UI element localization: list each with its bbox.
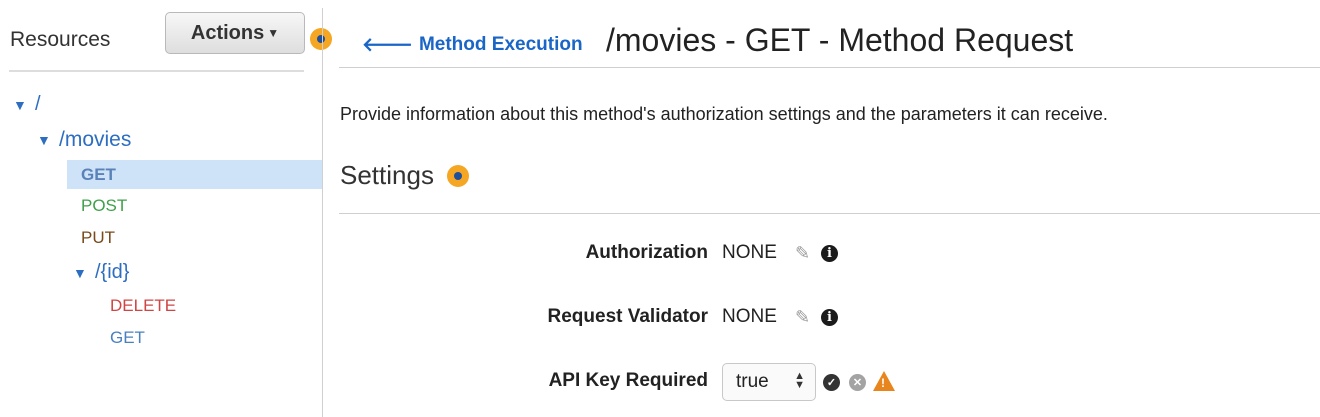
settings-heading: Settings xyxy=(340,160,434,190)
method-delete[interactable]: DELETE xyxy=(110,296,176,316)
api-key-required-select[interactable]: true ▲ ▼ xyxy=(722,363,816,401)
settings-divider xyxy=(339,213,1320,214)
method-execution-link[interactable]: 🡐 Method Execution xyxy=(362,33,583,57)
tree-item-label: /{id} xyxy=(95,261,130,283)
tree-item-movies[interactable]: ▼ /movies xyxy=(37,128,131,152)
actions-button[interactable]: Actions ▼ xyxy=(165,12,305,54)
cancel-icon[interactable]: ✕ xyxy=(849,374,866,391)
info-icon[interactable]: i xyxy=(821,309,838,326)
check-icon[interactable]: ✓ xyxy=(823,374,840,391)
expand-triangle-icon[interactable]: ▼ xyxy=(13,97,35,113)
method-put[interactable]: PUT xyxy=(81,228,115,248)
up-down-arrows-icon: ▲ ▼ xyxy=(794,370,805,391)
header-divider xyxy=(339,67,1320,68)
request-validator-label: Request Validator xyxy=(547,306,709,327)
authorization-value: NONE xyxy=(722,242,777,263)
method-post[interactable]: POST xyxy=(81,196,127,216)
pencil-icon[interactable]: ✎ xyxy=(795,307,810,328)
api-key-required-label: API Key Required xyxy=(548,370,708,391)
request-validator-value: NONE xyxy=(722,306,777,327)
tree-item-label: / xyxy=(35,93,41,115)
method-get-id[interactable]: GET xyxy=(110,328,145,348)
page-description: Provide information about this method's … xyxy=(340,104,1108,124)
panel-divider xyxy=(322,8,323,417)
expand-triangle-icon[interactable]: ▼ xyxy=(37,132,59,148)
select-value: true xyxy=(736,371,769,392)
info-icon[interactable]: i xyxy=(821,245,838,262)
hint-dot-icon[interactable] xyxy=(447,165,469,187)
tree-item-label: /movies xyxy=(59,128,132,151)
actions-label: Actions xyxy=(190,21,265,44)
method-get-selected[interactable]: GET xyxy=(67,160,322,189)
back-link-label: Method Execution xyxy=(418,34,583,55)
back-arrow-icon: 🡐 xyxy=(362,35,413,56)
tree-item-id[interactable]: ▼ /{id} xyxy=(73,261,129,284)
tree-item-root[interactable]: ▼ / xyxy=(13,93,41,116)
page-title: /movies - GET - Method Request xyxy=(606,22,1074,58)
hint-dot-icon[interactable] xyxy=(310,28,332,50)
authorization-label: Authorization xyxy=(585,242,708,263)
warning-icon: ! xyxy=(873,371,895,391)
expand-triangle-icon[interactable]: ▼ xyxy=(73,265,95,281)
resources-title: Resources xyxy=(10,28,111,51)
sidebar-divider xyxy=(9,70,304,72)
pencil-icon[interactable]: ✎ xyxy=(795,243,810,264)
caret-down-icon: ▼ xyxy=(267,26,280,40)
